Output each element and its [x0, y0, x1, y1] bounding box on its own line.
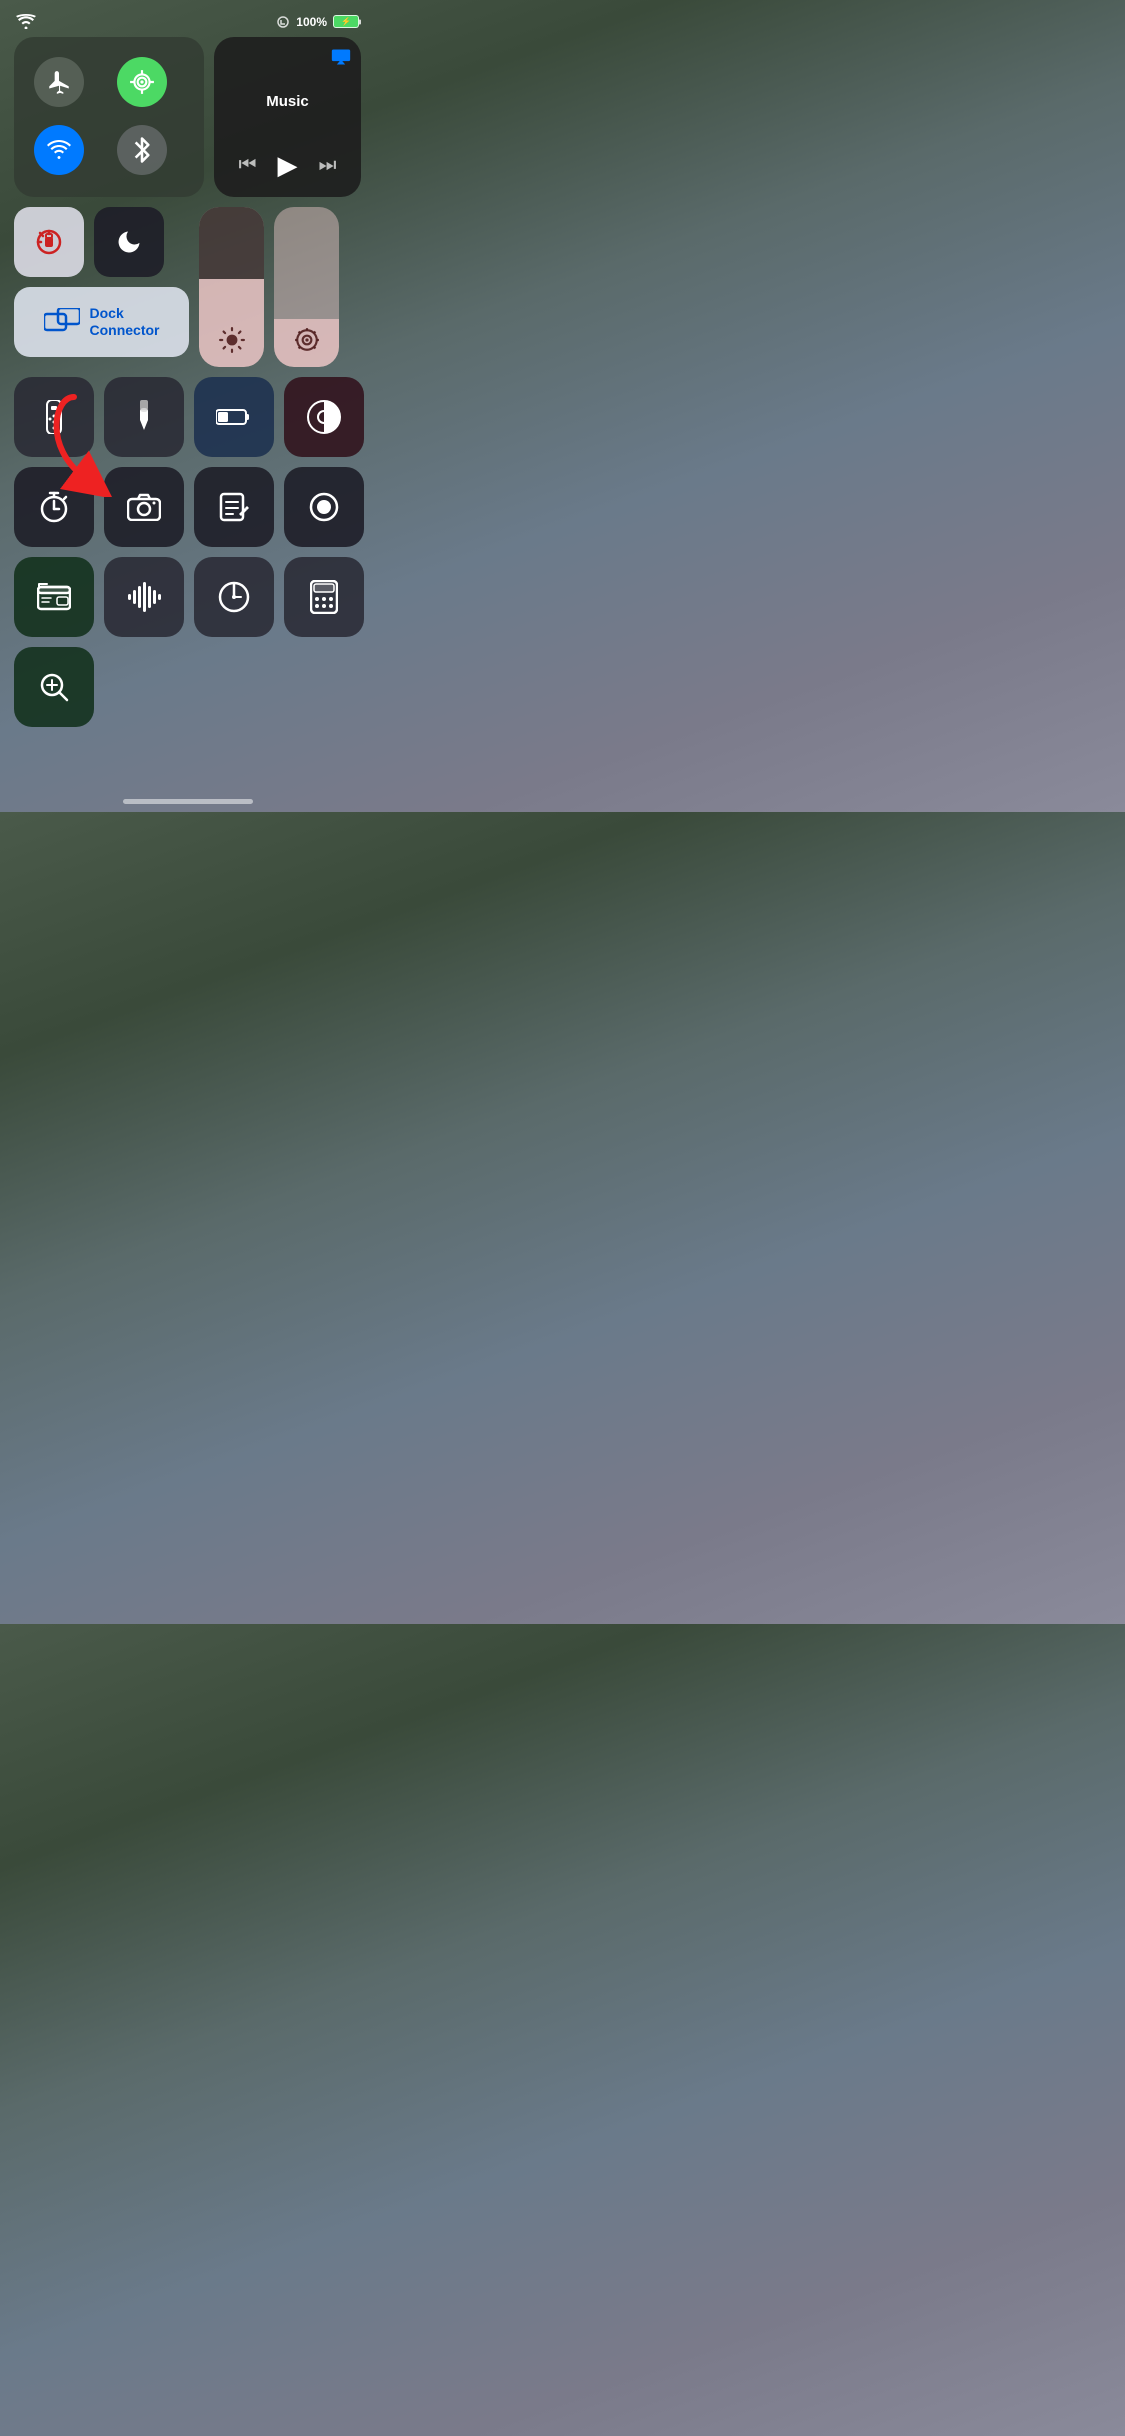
fast-forward-button[interactable]: ⏭ — [319, 154, 337, 177]
cellular-button[interactable] — [117, 57, 167, 107]
status-bar: 100% ⚡ — [0, 0, 375, 37]
airplane-icon — [46, 69, 72, 95]
voice-memo-button[interactable] — [284, 467, 364, 547]
brightness-slider[interactable] — [199, 207, 264, 367]
music-controls: ⏮ ▶ ⏭ — [228, 146, 347, 185]
camera-button[interactable] — [104, 467, 184, 547]
cellular-icon — [129, 69, 155, 95]
battery-percent-label: 100% — [296, 15, 327, 29]
left-toggles-dock: Dock Connector — [14, 207, 189, 367]
moon-icon — [115, 228, 143, 256]
volume-slider[interactable] — [274, 207, 339, 367]
rewind-button[interactable]: ⏮ — [239, 154, 257, 177]
row-connectivity-music: Music ⏮ ▶ ⏭ — [14, 37, 361, 197]
sound-recognition-button[interactable] — [104, 557, 184, 637]
brightness-icon — [219, 327, 245, 353]
wifi-status-icon — [16, 14, 36, 29]
notes-button[interactable] — [194, 467, 274, 547]
flashlight-button[interactable] — [104, 377, 184, 457]
search-icon — [38, 671, 70, 703]
soundwave-icon — [127, 582, 161, 612]
calculator-icon — [310, 580, 338, 614]
home-indicator — [123, 799, 253, 804]
rotation-lock-icon — [33, 226, 65, 258]
row-toggles-sliders: Dock Connector — [14, 207, 361, 367]
search-button[interactable] — [14, 647, 94, 727]
timer-button[interactable] — [14, 467, 94, 547]
music-title: Music — [228, 57, 347, 146]
camera-icon — [127, 493, 161, 521]
record-icon — [308, 491, 340, 523]
airplay-button[interactable] — [331, 47, 351, 72]
bluetooth-icon — [132, 136, 152, 164]
status-right: 100% ⚡ — [276, 15, 359, 29]
calculator-button[interactable] — [284, 557, 364, 637]
control-center: Music ⏮ ▶ ⏭ — [0, 37, 375, 727]
grid-row-4 — [14, 647, 361, 727]
dock-connector-button[interactable]: Dock Connector — [14, 287, 189, 357]
battery-low-icon — [216, 407, 252, 427]
dock-connector-icon — [44, 308, 80, 336]
music-panel[interactable]: Music ⏮ ▶ ⏭ — [214, 37, 361, 197]
wifi-toggle-icon — [46, 139, 72, 161]
play-button[interactable]: ▶ — [278, 150, 298, 181]
grid-row-2 — [14, 467, 361, 547]
wallet-button[interactable] — [14, 557, 94, 637]
status-left — [16, 14, 36, 29]
wifi-toggle-button[interactable] — [34, 125, 84, 175]
flashlight-icon — [133, 400, 155, 434]
grid-row-3 — [14, 557, 361, 637]
accessibility-shortcut-button[interactable] — [284, 377, 364, 457]
airplane-mode-button[interactable] — [34, 57, 84, 107]
rotation-lock-button[interactable] — [14, 207, 84, 277]
bluetooth-button[interactable] — [117, 125, 167, 175]
clock-button[interactable] — [194, 557, 274, 637]
volume-icon — [294, 327, 320, 353]
remote-icon — [43, 400, 65, 434]
grid-row-1 — [14, 377, 361, 457]
wallet-icon — [37, 583, 71, 611]
sliders — [199, 207, 361, 367]
connectivity-panel — [14, 37, 204, 197]
accessibility-icon — [307, 400, 341, 434]
do-not-disturb-button[interactable] — [94, 207, 164, 277]
timer-icon — [38, 491, 70, 523]
lock-orientation-icon — [276, 15, 290, 29]
airplay-icon — [331, 47, 351, 67]
battery-icon: ⚡ — [333, 15, 359, 28]
notes-icon — [219, 492, 249, 522]
low-battery-mode-button[interactable] — [194, 377, 274, 457]
clock-icon — [218, 581, 250, 613]
dock-connector-label: Dock Connector — [90, 305, 160, 339]
remote-button[interactable] — [14, 377, 94, 457]
top-two-toggles — [14, 207, 189, 277]
